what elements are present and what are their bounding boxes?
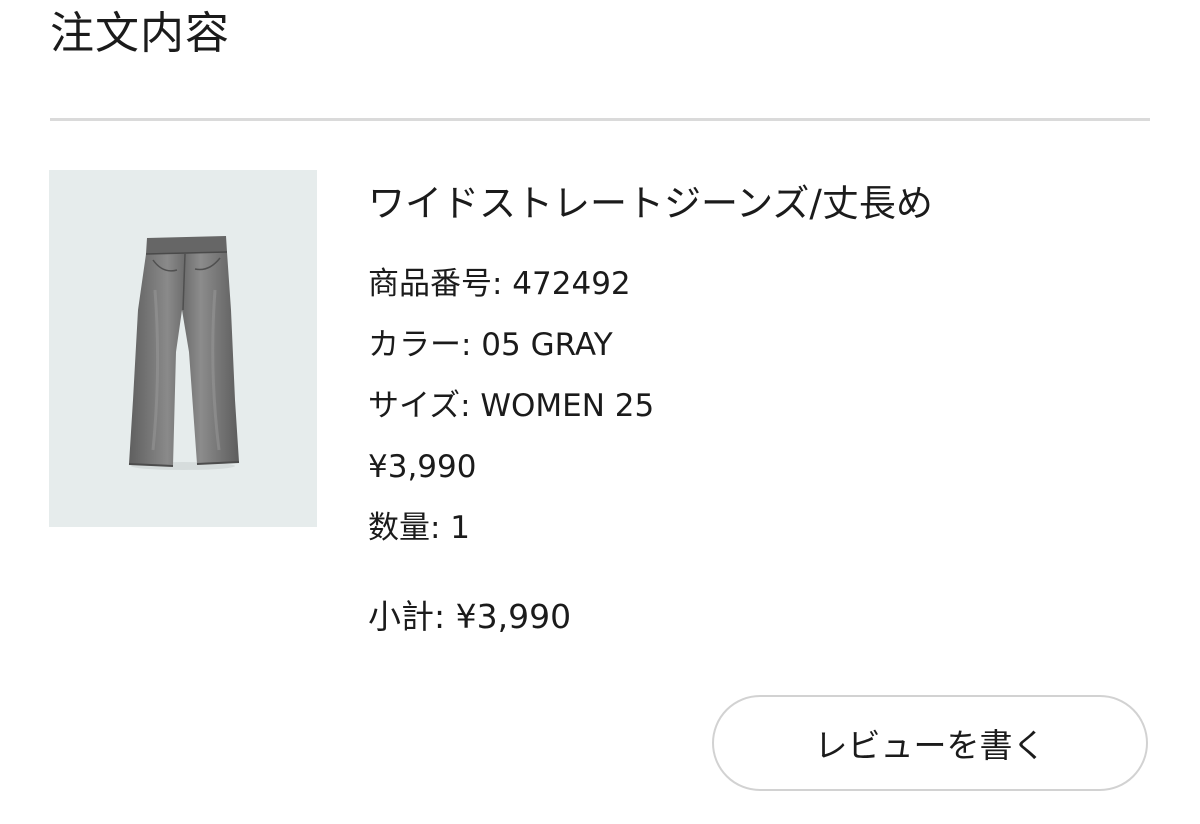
product-price: ¥3,990 — [368, 449, 477, 485]
product-details: 商品番号: 472492 カラー: 05 GRAY サイズ: WOMEN 25 … — [368, 254, 654, 559]
subtotal: 小計: ¥3,990 — [368, 597, 572, 636]
product-image[interactable] — [49, 170, 317, 527]
product-size: サイズ: WOMEN 25 — [368, 388, 655, 424]
jeans-image — [128, 236, 240, 470]
product-number: 商品番号: 472492 — [368, 266, 631, 302]
order-contents-page: 注文内容 ワイドストレートジーンズ/丈長め 商品番号: 472492 カラー: … — [0, 0, 1200, 824]
product-name[interactable]: ワイドストレートジーンズ/丈長め — [368, 178, 933, 230]
product-quantity: 数量: 1 — [368, 510, 471, 546]
section-title: 注文内容 — [50, 8, 230, 59]
product-color: カラー: 05 GRAY — [368, 327, 613, 363]
section-divider — [50, 118, 1150, 121]
write-review-button[interactable]: レビューを書く — [712, 695, 1148, 791]
